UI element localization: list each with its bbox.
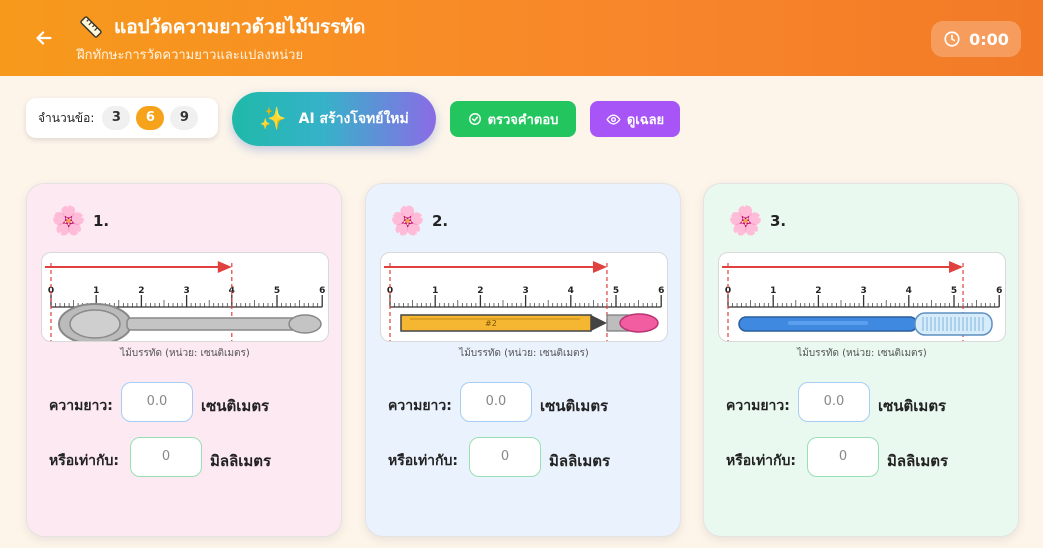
ruler-tick-label: 6 <box>658 286 664 296</box>
timer-value: 0:00 <box>969 29 1009 49</box>
length-cm-input[interactable]: 0.0 <box>460 382 532 422</box>
eye-icon <box>606 113 621 125</box>
check-answers-label: ตรวจคำตอบ <box>487 112 559 128</box>
pencil-eraser <box>619 313 659 333</box>
question-card-3: 🌸 3. 0 1 2 3 4 5 6 ไม้บรรทัด (หน่วย: เซนติเมตร… <box>703 183 1019 537</box>
ruler-tick-label: 1 <box>432 286 438 296</box>
question-number: 3. <box>770 212 787 230</box>
question-number: 1. <box>93 212 110 230</box>
count-option-6[interactable]: 6 <box>136 106 165 130</box>
question-count-selector: จำนวนข้อ: 3 6 9 <box>26 98 218 138</box>
mm-unit: มิลลิเมตร <box>887 452 949 470</box>
show-answer-label: ดูเฉลย <box>626 112 665 128</box>
check-answers-button[interactable]: ตรวจคำตอบ <box>450 101 576 137</box>
cm-unit: เซนติเมตร <box>540 397 609 415</box>
page-subtitle: ฝึกทักษะการวัดความยาวและแปลงหน่วย <box>77 48 304 63</box>
question-card-1: 🌸 1. 0123456 ไม้บรรทัด (หน่วย: เซนติเมตร… <box>26 183 342 537</box>
length-cm-input[interactable]: 0.0 <box>798 382 870 422</box>
length-label: ความยาว: <box>49 398 113 414</box>
ruler-caption: ไม้บรรทัด (หน่วย: เซนติเมตร) <box>797 348 927 359</box>
flower-icon: 🌸 <box>51 204 86 237</box>
timer: 0:00 <box>931 21 1021 57</box>
spoon-handle <box>126 317 306 331</box>
ruler-tick-label: 2 <box>138 286 144 296</box>
count-option-9[interactable]: 9 <box>170 106 199 130</box>
app-header: แอปวัดความยาวด้วยไม้บรรทัด ฝึกทักษะการวั… <box>0 0 1043 76</box>
length-mm-input[interactable]: 0 <box>469 437 541 477</box>
count-option-3[interactable]: 3 <box>102 106 131 130</box>
ruler-tick-label: 1 <box>93 286 99 296</box>
ruler-tick-label: 5 <box>951 286 957 296</box>
mm-unit: มิลลิเมตร <box>210 452 272 470</box>
ruler-tick-label: 2 <box>477 286 483 296</box>
toothbrush-grip <box>788 321 868 325</box>
ruler-caption: ไม้บรรทัด (หน่วย: เซนติเมตร) <box>459 348 589 359</box>
length-mm-input[interactable]: 0 <box>807 437 879 477</box>
clock-icon <box>944 31 960 47</box>
check-circle-icon <box>468 113 481 125</box>
flower-icon: 🌸 <box>390 204 425 237</box>
question-card-2: 🌸 2. 0 1 2 3 4 5 6 #2 ไม้บรรทัด (หน่วย: เซนติเม… <box>365 183 681 537</box>
spoon-handle-end <box>288 314 322 334</box>
mm-label: หรือเท่ากับ: <box>388 453 458 469</box>
measure-arrow-head <box>592 261 607 273</box>
ruler-tick-label: 1 <box>770 286 776 296</box>
mm-label: หรือเท่ากับ: <box>726 453 796 469</box>
ai-generate-button[interactable]: ✨ AI สร้างโจทย์ใหม่ <box>232 92 436 146</box>
flower-icon: 🌸 <box>728 204 763 237</box>
count-label: จำนวนข้อ: <box>38 110 95 125</box>
ruler-tick-label: 6 <box>996 286 1002 296</box>
sparkle-icon: ✨ <box>259 106 287 132</box>
length-cm-input[interactable]: 0.0 <box>121 382 193 422</box>
ai-generate-label: AI สร้างโจทย์ใหม่ <box>298 111 409 127</box>
cm-unit: เซนติเมตร <box>878 397 947 415</box>
ruler-tick-label: 6 <box>319 286 325 296</box>
back-button[interactable] <box>30 24 58 52</box>
ruler-tick-label: 3 <box>860 286 866 296</box>
length-label: ความยาว: <box>726 398 790 414</box>
measure-arrow-head <box>949 261 964 273</box>
ruler-figure: 0123456 <box>41 252 329 342</box>
length-mm-input[interactable]: 0 <box>130 437 202 477</box>
spoon-inner <box>69 309 121 339</box>
ruler-tick-label: 4 <box>906 286 912 296</box>
ruler-tick-label: 5 <box>274 286 280 296</box>
ruler-tick-label: 5 <box>613 286 619 296</box>
ruler-figure: 0123456 <box>718 252 1006 342</box>
cm-unit: เซนติเมตร <box>201 397 270 415</box>
ruler-tick-label: 4 <box>568 286 574 296</box>
mm-unit: มิลลิเมตร <box>549 452 611 470</box>
ruler-figure: 0123456#2 <box>380 252 668 342</box>
page-title: แอปวัดความยาวด้วยไม้บรรทัด <box>114 16 366 38</box>
arrow-left-icon <box>36 31 52 45</box>
ruler-caption: ไม้บรรทัด (หน่วย: เซนติเมตร) <box>120 348 250 359</box>
pencil-label: #2 <box>485 319 497 328</box>
measure-arrow-head <box>217 261 232 273</box>
ruler-tick-label: 2 <box>815 286 821 296</box>
length-label: ความยาว: <box>388 398 452 414</box>
mm-label: หรือเท่ากับ: <box>49 453 119 469</box>
show-answer-button[interactable]: ดูเฉลย <box>590 101 680 137</box>
ruler-tick-label: 3 <box>183 286 189 296</box>
pencil-tip <box>591 315 607 331</box>
question-number: 2. <box>432 212 449 230</box>
ruler-icon <box>80 16 102 38</box>
ruler-tick-label: 3 <box>522 286 528 296</box>
